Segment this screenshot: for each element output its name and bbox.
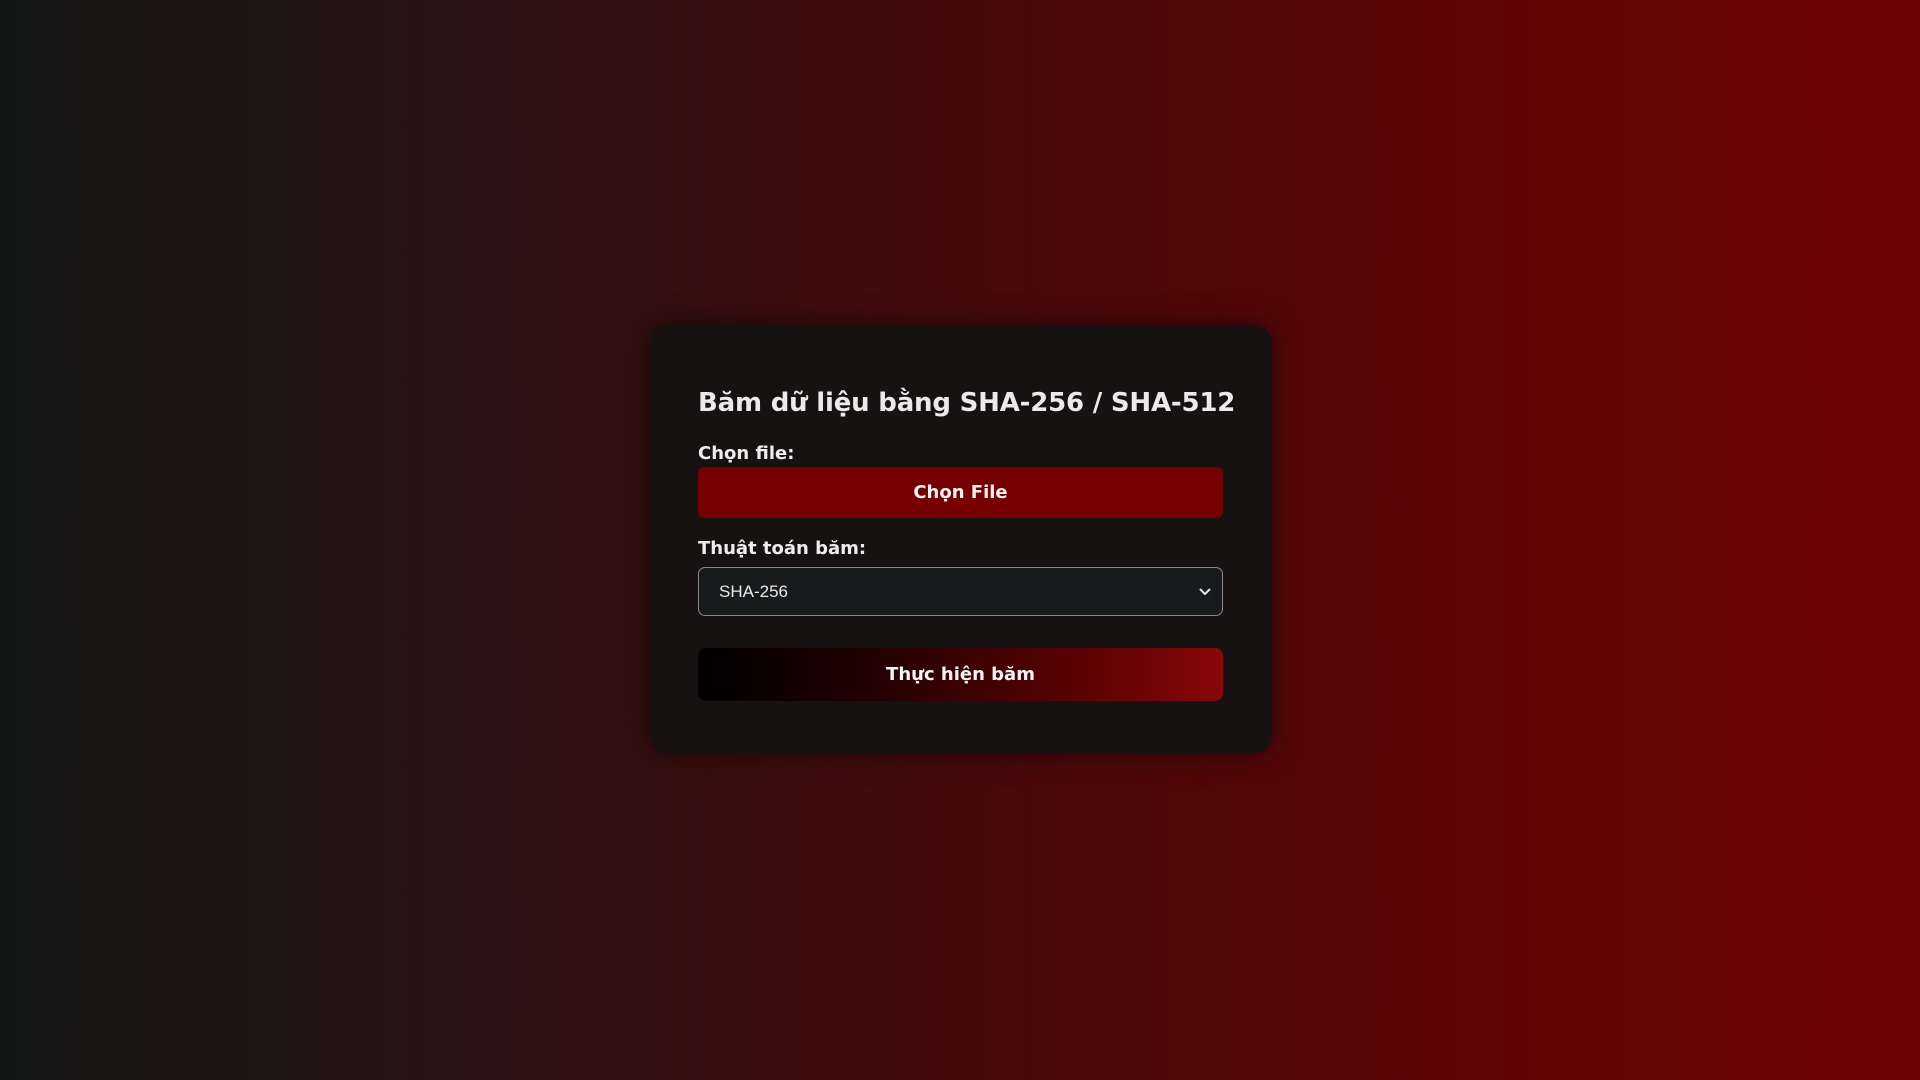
- choose-file-button-label: Chọn File: [913, 482, 1008, 503]
- algorithm-select[interactable]: SHA-256: [698, 567, 1223, 616]
- page-title: Băm dữ liệu bằng SHA-256 / SHA-512: [698, 388, 1236, 418]
- choose-file-button[interactable]: Chọn File: [698, 467, 1223, 518]
- chevron-down-icon: [1199, 588, 1211, 596]
- hash-submit-button[interactable]: Thực hiện băm: [698, 648, 1223, 701]
- hash-submit-button-label: Thực hiện băm: [886, 664, 1035, 685]
- algorithm-label: Thuật toán băm:: [698, 538, 867, 559]
- file-label: Chọn file:: [698, 443, 795, 464]
- algorithm-selected-value: SHA-256: [719, 581, 788, 601]
- hash-form-card: Băm dữ liệu bằng SHA-256 / SHA-512 Chọn …: [650, 325, 1272, 753]
